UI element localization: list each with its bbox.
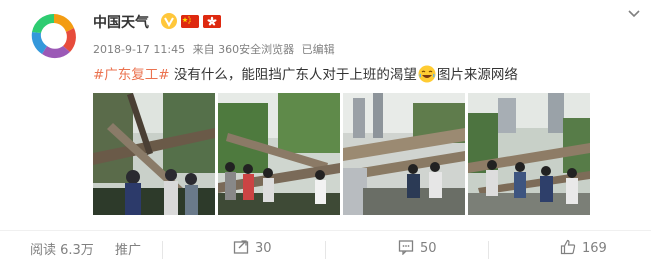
hong-kong-flag-icon: [203, 15, 221, 28]
view-count: 阅读 6.3万: [30, 243, 94, 258]
thumbs-up-icon: [560, 239, 576, 255]
photo-fallen-trees-4[interactable]: [468, 93, 590, 215]
post-text: #广东复工# 没有什么，能阻挡广东人对于上班的渴望 图片来源网络: [93, 65, 518, 85]
chevron-down-icon[interactable]: [626, 6, 642, 22]
hashtag-link[interactable]: #广东复工#: [93, 67, 170, 83]
divider: [325, 241, 326, 259]
image-source-note: 图片来源网络: [436, 67, 518, 83]
verified-v-icon: [161, 13, 177, 29]
laughing-emoji-icon: [418, 65, 436, 83]
photo-fallen-trees-1[interactable]: [93, 93, 215, 215]
post-meta: 2018-9-17 11:45 来自 360安全浏览器 已编辑: [93, 41, 339, 57]
account-name[interactable]: 中国天气: [93, 12, 149, 32]
comment-count: 50: [420, 241, 437, 256]
comment-button[interactable]: 50: [398, 239, 437, 256]
post-body-text: 没有什么，能阻挡广东人对于上班的渴望: [169, 67, 417, 83]
repost-count: 30: [255, 241, 272, 256]
comment-icon: [398, 240, 414, 255]
post-source: 来自 360安全浏览器: [192, 43, 295, 56]
repost-button[interactable]: 30: [233, 239, 272, 256]
edited-label[interactable]: 已编辑: [302, 43, 335, 56]
divider: [488, 241, 489, 259]
repost-icon: [233, 240, 249, 254]
photo-fallen-trees-2[interactable]: [218, 93, 340, 215]
promote-button[interactable]: 推广: [115, 239, 141, 258]
china-flag-icon: [181, 15, 199, 28]
weibo-post-card: 中国天气 2018-9-17 11:45 来自 360安全浏览器 已编辑 #广东…: [0, 0, 651, 278]
photo-fallen-trees-3[interactable]: [343, 93, 465, 215]
post-action-bar: 阅读 6.3万 推广 30 50 169: [0, 230, 651, 278]
like-button[interactable]: 169: [560, 239, 607, 256]
divider: [162, 241, 163, 259]
avatar-china-weather-logo[interactable]: [26, 8, 82, 64]
post-timestamp[interactable]: 2018-9-17 11:45: [93, 43, 185, 56]
like-count: 169: [582, 241, 607, 256]
